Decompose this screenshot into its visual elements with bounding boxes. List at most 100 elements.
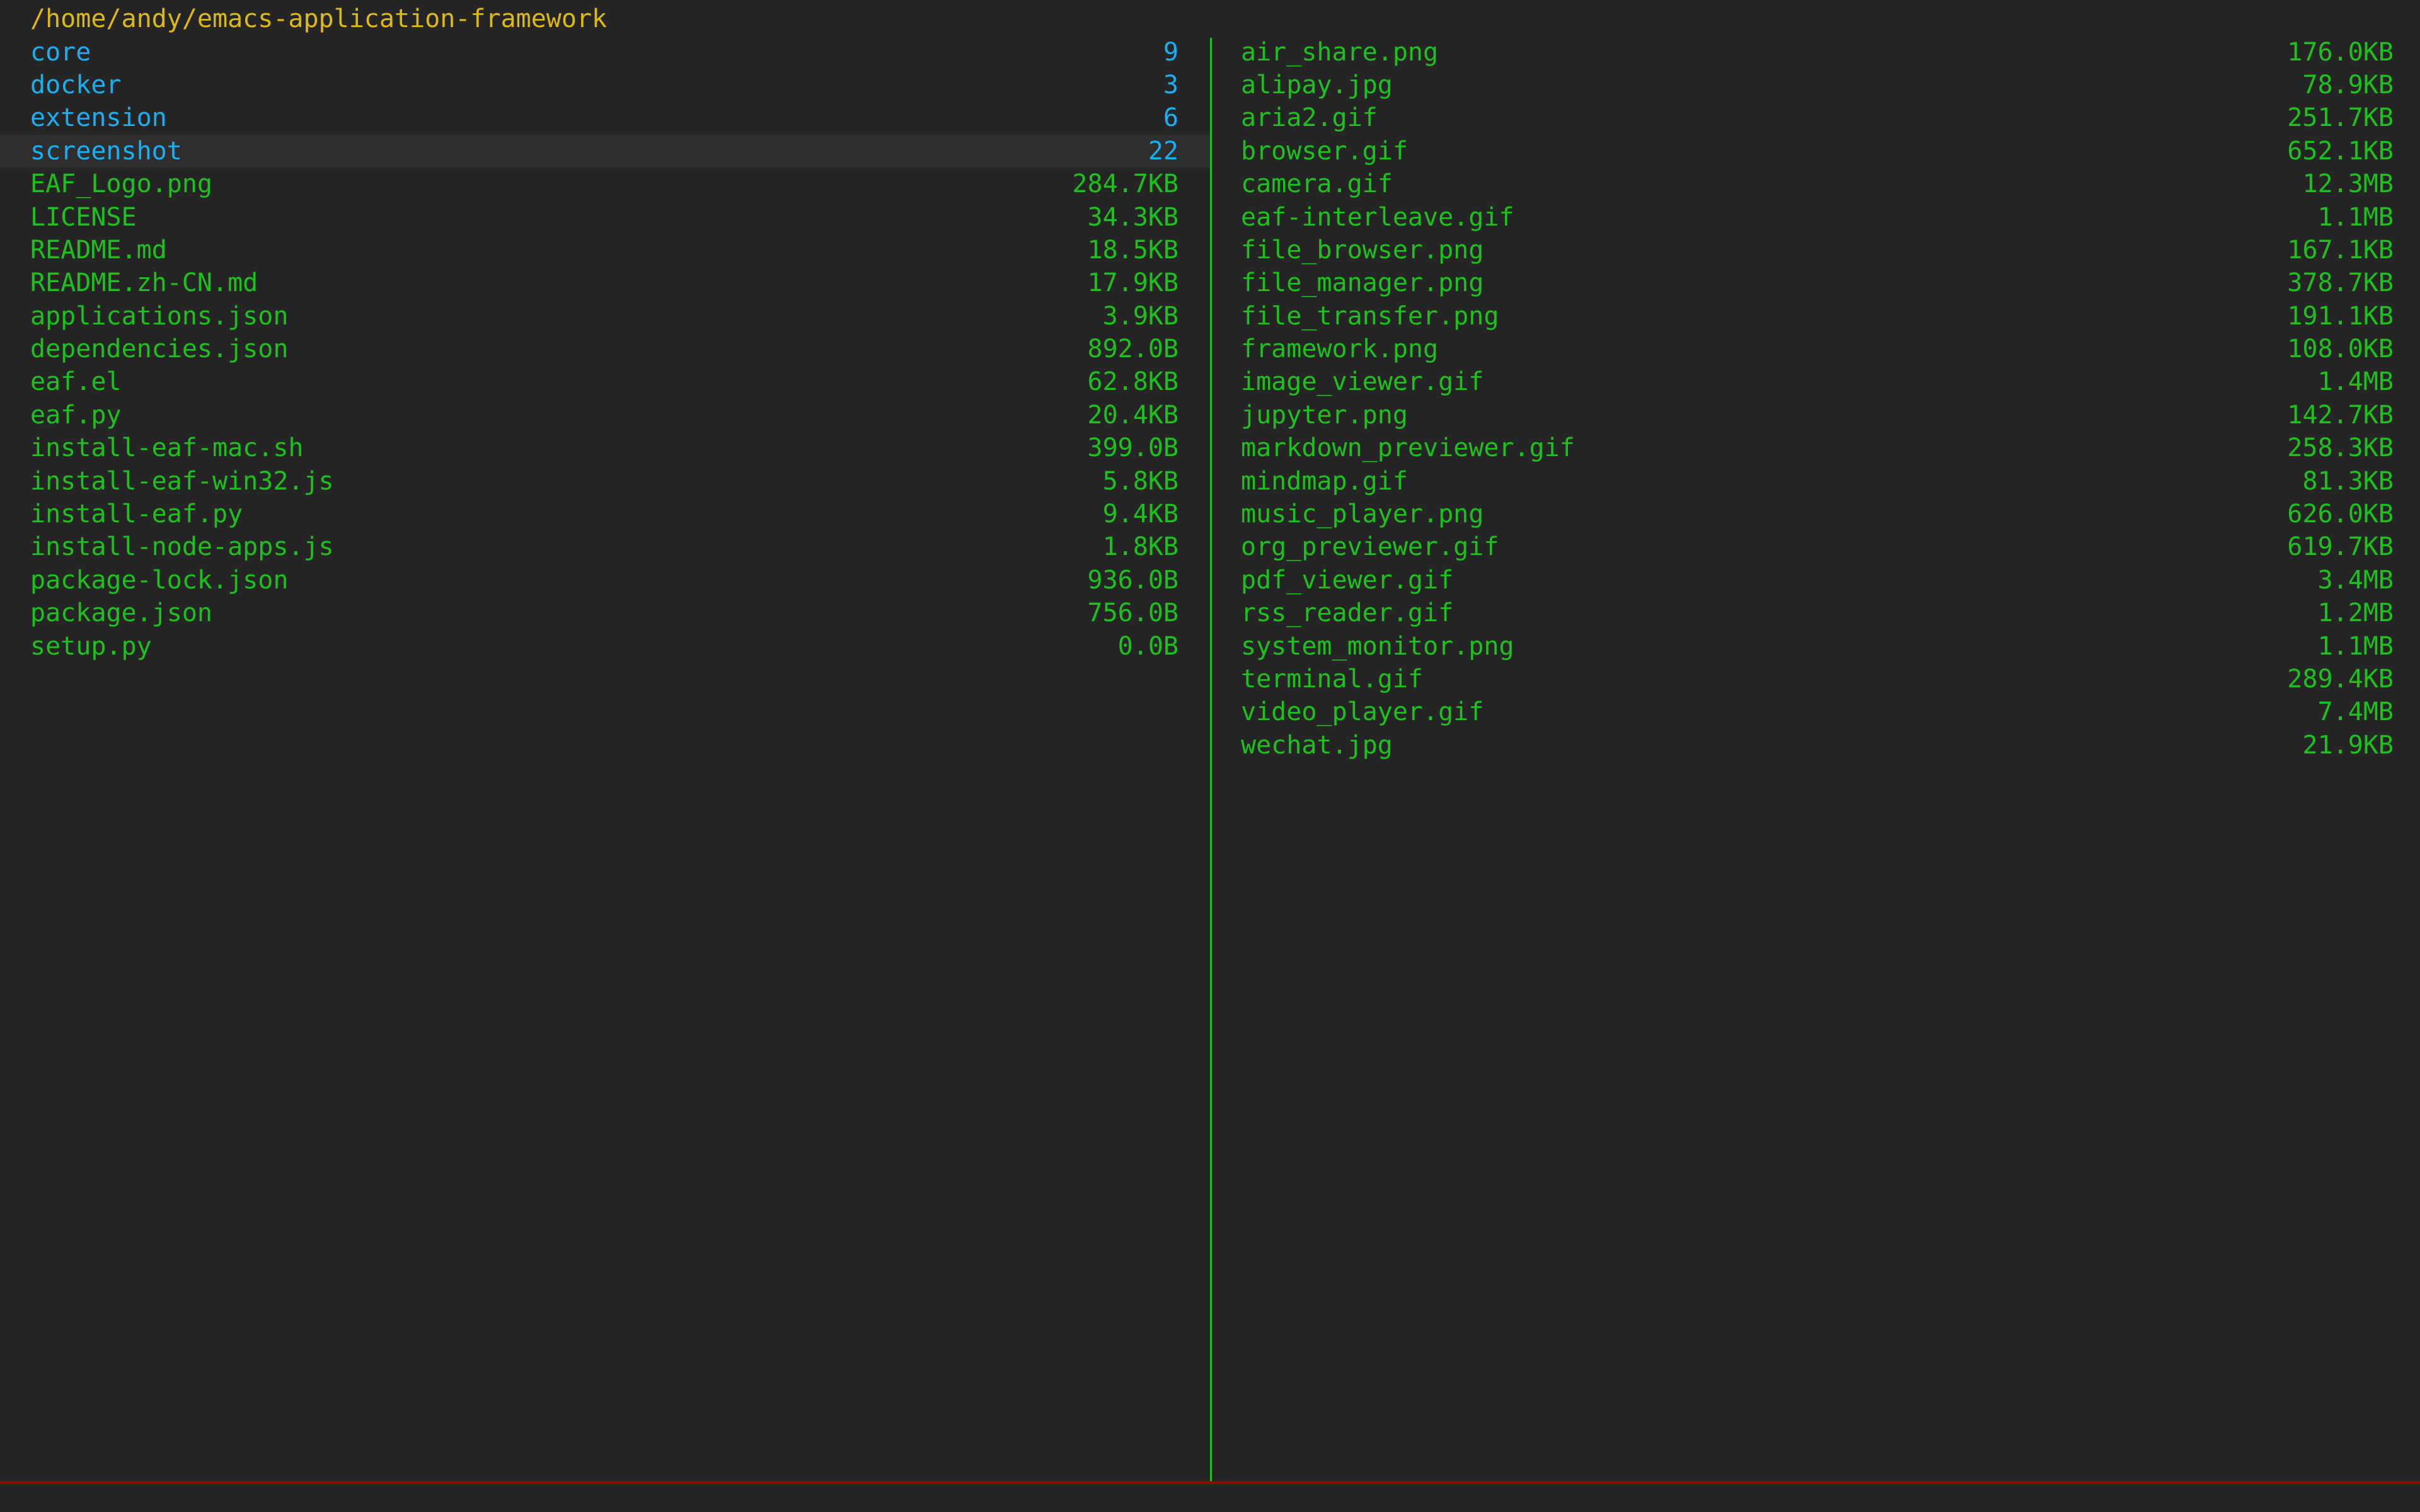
file-size: 108.0KB (2287, 335, 2394, 364)
file-row[interactable]: install-eaf-mac.sh 399.0B (0, 432, 1210, 464)
file-row[interactable]: aria2.gif 251.7KB (1212, 101, 2420, 134)
file-size: 17.9KB (1088, 268, 1179, 297)
file-size: 251.7KB (2287, 103, 2394, 132)
file-row[interactable]: package.json 756.0B (0, 597, 1210, 629)
file-name: jupyter.png (1241, 401, 1408, 430)
file-row[interactable]: docker 3 (0, 69, 1210, 101)
file-row[interactable]: camera.gif 12.3MB (1212, 168, 2420, 200)
file-row[interactable]: rss_reader.gif 1.2MB (1212, 597, 2420, 629)
file-size: 7.4MB (2318, 697, 2394, 726)
file-name: image_viewer.gif (1241, 367, 1484, 396)
file-row[interactable]: wechat.jpg 21.9KB (1212, 729, 2420, 762)
file-name: file_transfer.png (1241, 302, 1499, 331)
file-row[interactable]: install-node-apps.js 1.8KB (0, 530, 1210, 563)
file-name: air_share.png (1241, 38, 1438, 67)
file-row[interactable]: system_monitor.png 1.1MB (1212, 629, 2420, 662)
file-row[interactable]: dependencies.json 892.0B (0, 333, 1210, 365)
file-row[interactable]: LICENSE 34.3KB (0, 200, 1210, 233)
file-name: LICENSE (30, 203, 137, 232)
file-size: 18.5KB (1088, 236, 1179, 265)
file-row[interactable]: applications.json 3.9KB (0, 300, 1210, 333)
file-name: markdown_previewer.gif (1241, 433, 1575, 462)
file-size: 176.0KB (2287, 38, 2394, 67)
file-row[interactable]: package-lock.json 936.0B (0, 564, 1210, 597)
file-name: terminal.gif (1241, 665, 1423, 694)
file-size: 62.8KB (1088, 367, 1179, 396)
file-row[interactable]: image_viewer.gif 1.4MB (1212, 365, 2420, 398)
file-row[interactable]: org_previewer.gif 619.7KB (1212, 530, 2420, 563)
file-size: 399.0B (1088, 433, 1179, 462)
file-row[interactable]: pdf_viewer.gif 3.4MB (1212, 564, 2420, 597)
file-row[interactable]: setup.py 0.0B (0, 629, 1210, 662)
file-row[interactable]: air_share.png 176.0KB (1212, 35, 2420, 68)
file-name: package.json (30, 598, 212, 627)
file-manager-main: /home/andy/emacs-application-framework c… (0, 0, 2420, 1481)
file-size: 78.9KB (2303, 71, 2394, 100)
file-row[interactable]: core 9 (0, 35, 1210, 68)
file-name: file_manager.png (1241, 268, 1484, 297)
file-name: music_player.png (1241, 500, 1484, 529)
file-name: system_monitor.png (1241, 632, 1514, 661)
file-size: 5.8KB (1103, 467, 1178, 496)
file-name: eaf-interleave.gif (1241, 203, 1514, 232)
file-row[interactable]: file_transfer.png 191.1KB (1212, 300, 2420, 333)
file-name: install-eaf-win32.js (30, 467, 334, 496)
file-size: 81.3KB (2303, 467, 2394, 496)
file-row[interactable]: music_player.png 626.0KB (1212, 498, 2420, 530)
file-row[interactable]: jupyter.png 142.7KB (1212, 399, 2420, 432)
file-name: EAF_Logo.png (30, 169, 212, 198)
file-row[interactable]: terminal.gif 289.4KB (1212, 663, 2420, 696)
file-row[interactable]: install-eaf.py 9.4KB (0, 498, 1210, 530)
file-size: 3 (1163, 71, 1178, 100)
file-name: browser.gif (1241, 137, 1408, 166)
file-row[interactable]: mindmap.gif 81.3KB (1212, 464, 2420, 497)
file-row[interactable]: screenshot 22 (0, 135, 1210, 168)
file-name: video_player.gif (1241, 697, 1484, 726)
file-size: 167.1KB (2287, 236, 2394, 265)
file-name: install-node-apps.js (30, 532, 334, 561)
file-name: setup.py (30, 632, 152, 661)
file-row[interactable]: extension 6 (0, 101, 1210, 134)
file-name: rss_reader.gif (1241, 598, 1453, 627)
file-size: 892.0B (1088, 335, 1179, 364)
file-size: 1.1MB (2318, 632, 2394, 661)
file-name: extension (30, 103, 167, 132)
file-name: framework.png (1241, 335, 1438, 364)
file-size: 12.3MB (2303, 169, 2394, 198)
file-size: 1.1MB (2318, 203, 2394, 232)
file-row[interactable]: install-eaf-win32.js 5.8KB (0, 464, 1210, 497)
file-size: 34.3KB (1088, 203, 1179, 232)
left-file-list: core 9 docker 3 extension 6 screenshot 2… (0, 35, 1210, 662)
file-row[interactable]: video_player.gif 7.4MB (1212, 696, 2420, 728)
file-size: 0.0B (1118, 632, 1178, 661)
file-size: 626.0KB (2287, 500, 2394, 529)
file-row[interactable]: file_browser.png 167.1KB (1212, 234, 2420, 266)
file-row[interactable]: markdown_previewer.gif 258.3KB (1212, 432, 2420, 464)
file-size: 20.4KB (1088, 401, 1179, 430)
right-panel: air_share.png 176.0KB alipay.jpg 78.9KB … (1212, 0, 2420, 1481)
file-row[interactable]: README.md 18.5KB (0, 234, 1210, 266)
file-row[interactable]: browser.gif 652.1KB (1212, 135, 2420, 168)
file-size: 9.4KB (1103, 500, 1178, 529)
file-size: 22 (1148, 137, 1178, 166)
file-name: aria2.gif (1241, 103, 1378, 132)
file-row[interactable]: framework.png 108.0KB (1212, 333, 2420, 365)
file-name: install-eaf-mac.sh (30, 433, 303, 462)
file-row[interactable]: eaf.py 20.4KB (0, 399, 1210, 432)
file-size: 289.4KB (2287, 665, 2394, 694)
file-name: eaf.el (30, 367, 122, 396)
file-size: 142.7KB (2287, 401, 2394, 430)
file-row[interactable]: eaf-interleave.gif 1.1MB (1212, 200, 2420, 233)
file-size: 1.8KB (1103, 532, 1178, 561)
file-row[interactable]: file_manager.png 378.7KB (1212, 266, 2420, 299)
file-size: 378.7KB (2287, 268, 2394, 297)
file-name: screenshot (30, 137, 182, 166)
file-row[interactable]: alipay.jpg 78.9KB (1212, 69, 2420, 101)
file-row[interactable]: README.zh-CN.md 17.9KB (0, 266, 1210, 299)
file-name: docker (30, 71, 122, 100)
file-name: wechat.jpg (1241, 731, 1393, 760)
file-size: 284.7KB (1072, 169, 1178, 198)
file-row[interactable]: eaf.el 62.8KB (0, 365, 1210, 398)
file-size: 3.9KB (1103, 302, 1178, 331)
file-row[interactable]: EAF_Logo.png 284.7KB (0, 168, 1210, 200)
